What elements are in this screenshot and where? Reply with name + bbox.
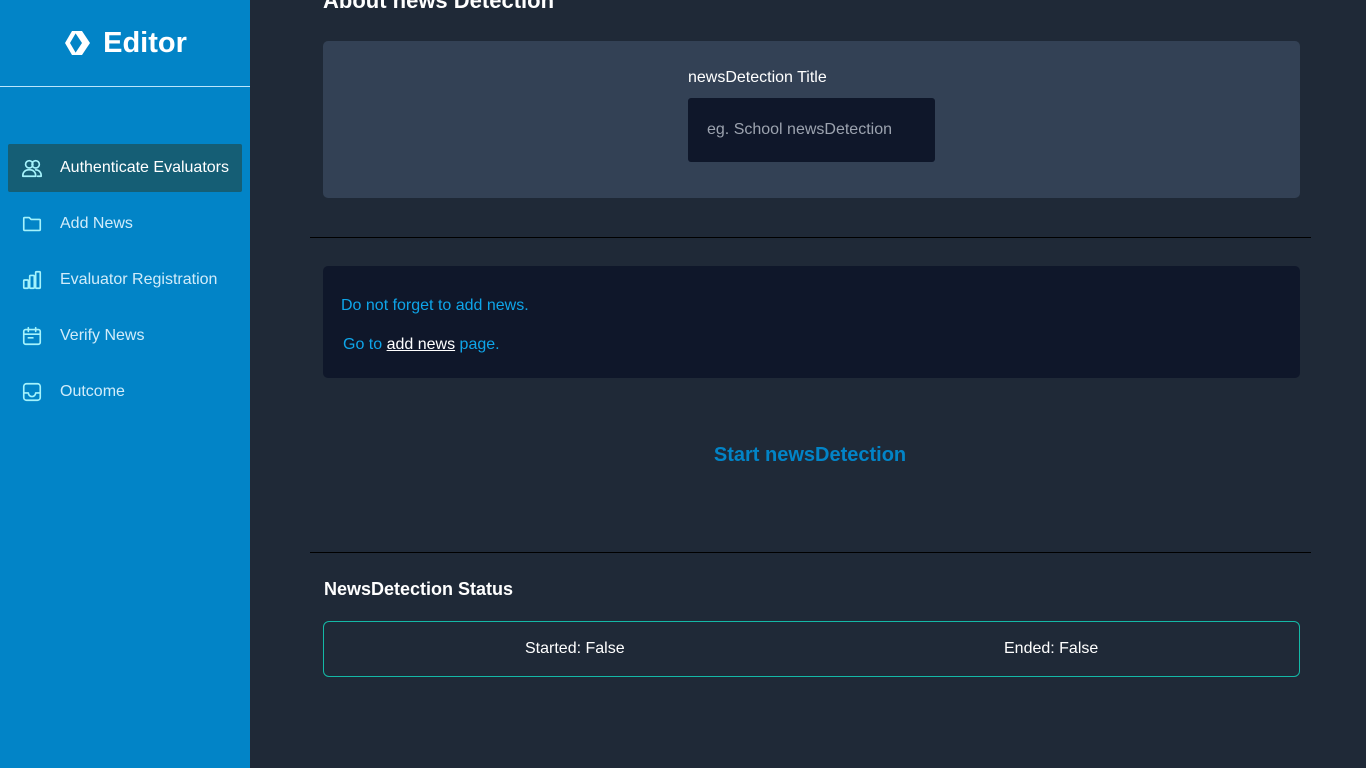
- sidebar-item-label: Outcome: [60, 383, 125, 400]
- sidebar-item-label: Evaluator Registration: [60, 271, 218, 288]
- brand-name: Editor: [103, 26, 187, 59]
- add-news-link[interactable]: add news: [387, 336, 456, 353]
- status-ended: Ended: False: [1004, 640, 1099, 657]
- divider: [310, 552, 1311, 553]
- sidebar-item-verify-news[interactable]: Verify News: [8, 312, 242, 360]
- note-prefix: Go to: [343, 336, 383, 353]
- note-card: Do not forget to add news. Go to add new…: [323, 266, 1300, 378]
- bar-chart-icon: [21, 269, 43, 291]
- divider: [310, 237, 1311, 238]
- status-box: Started: False Ended: False: [323, 621, 1300, 677]
- brand[interactable]: Editor: [0, 0, 250, 87]
- users-icon: [21, 157, 43, 179]
- title-input[interactable]: [688, 98, 935, 162]
- note-suffix: page.: [459, 336, 500, 353]
- main-content: About news Detection newsDetection Title…: [250, 0, 1366, 768]
- sidebar-item-evaluator-registration[interactable]: Evaluator Registration: [8, 256, 242, 304]
- sidebar-item-label: Authenticate Evaluators: [60, 159, 229, 176]
- sidebar-item-outcome[interactable]: Outcome: [8, 368, 242, 416]
- sidebar-item-authenticate-evaluators[interactable]: Authenticate Evaluators: [8, 144, 242, 192]
- calendar-icon: [21, 325, 43, 347]
- status-title: NewsDetection Status: [324, 579, 514, 599]
- start-newsdetection-button[interactable]: Start newsDetection: [700, 440, 920, 470]
- sidebar-item-label: Verify News: [60, 327, 145, 344]
- sidebar-item-add-news[interactable]: Add News: [8, 200, 242, 248]
- title-card: newsDetection Title: [323, 41, 1300, 198]
- note-text: Do not forget to add news.: [341, 297, 529, 314]
- section-title: About news Detection: [323, 0, 555, 13]
- status-started: Started: False: [525, 640, 625, 657]
- note-link-line: Go to add news page.: [343, 336, 500, 354]
- folder-icon: [21, 213, 43, 235]
- sidebar-nav: Authenticate Evaluators Add News Evaluat…: [8, 144, 242, 424]
- sidebar: Editor Authenticate Evaluators Add News: [0, 0, 250, 768]
- sidebar-item-label: Add News: [60, 215, 133, 232]
- hive-logo-icon: [63, 28, 95, 58]
- inbox-icon: [21, 381, 43, 403]
- title-field-label: newsDetection Title: [688, 69, 827, 86]
